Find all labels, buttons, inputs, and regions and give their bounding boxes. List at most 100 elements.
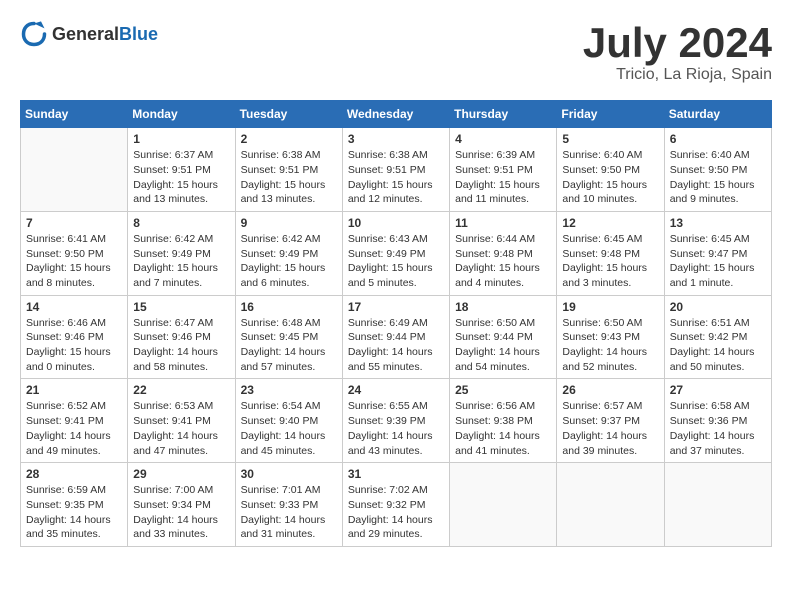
- logo-icon: [20, 20, 48, 48]
- logo-blue: Blue: [119, 24, 158, 44]
- day-cell: 7 Sunrise: 6:41 AMSunset: 9:50 PMDaylight…: [21, 211, 128, 295]
- day-number: 16: [241, 300, 337, 314]
- day-cell: 19 Sunrise: 6:50 AMSunset: 9:43 PMDayligh…: [557, 295, 664, 379]
- day-cell: 26 Sunrise: 6:57 AMSunset: 9:37 PMDayligh…: [557, 379, 664, 463]
- day-info: Sunrise: 6:55 AMSunset: 9:39 PMDaylight:…: [348, 399, 444, 458]
- day-cell: 27Sunrise: 6:58 AMSunset: 9:36 PMDayligh…: [664, 379, 771, 463]
- day-number: 20: [670, 300, 766, 314]
- day-cell: [21, 128, 128, 212]
- day-number: 31: [348, 467, 444, 481]
- day-info: Sunrise: 6:43 AMSunset: 9:49 PMDaylight:…: [348, 232, 444, 291]
- day-cell: 25Sunrise: 6:56 AMSunset: 9:38 PMDayligh…: [450, 379, 557, 463]
- week-row-5: 28Sunrise: 6:59 AMSunset: 9:35 PMDayligh…: [21, 463, 772, 547]
- day-info: Sunrise: 6:37 AMSunset: 9:51 PMDaylight:…: [133, 148, 229, 207]
- day-info: Sunrise: 6:47 AMSunset: 9:46 PMDaylight:…: [133, 316, 229, 375]
- day-info: Sunrise: 6:51 AMSunset: 9:42 PMDaylight:…: [670, 316, 766, 375]
- weekday-header-wednesday: Wednesday: [342, 101, 449, 128]
- day-info: Sunrise: 6:54 AMSunset: 9:40 PMDaylight:…: [241, 399, 337, 458]
- day-number: 24: [348, 383, 444, 397]
- day-number: 12: [562, 216, 658, 230]
- day-info: Sunrise: 6:39 AMSunset: 9:51 PMDaylight:…: [455, 148, 551, 207]
- day-info: Sunrise: 6:50 AMSunset: 9:44 PMDaylight:…: [455, 316, 551, 375]
- day-info: Sunrise: 7:00 AMSunset: 9:34 PMDaylight:…: [133, 483, 229, 542]
- month-title: July 2024: [583, 20, 772, 66]
- day-cell: 15 Sunrise: 6:47 AMSunset: 9:46 PMDayligh…: [128, 295, 235, 379]
- day-number: 11: [455, 216, 551, 230]
- week-row-2: 7 Sunrise: 6:41 AMSunset: 9:50 PMDaylight…: [21, 211, 772, 295]
- logo: GeneralBlue: [20, 20, 158, 48]
- day-number: 8: [133, 216, 229, 230]
- day-cell: 17 Sunrise: 6:49 AMSunset: 9:44 PMDayligh…: [342, 295, 449, 379]
- day-cell: 24 Sunrise: 6:55 AMSunset: 9:39 PMDayligh…: [342, 379, 449, 463]
- day-cell: 9 Sunrise: 6:42 AMSunset: 9:49 PMDaylight…: [235, 211, 342, 295]
- day-number: 19: [562, 300, 658, 314]
- day-number: 21: [26, 383, 122, 397]
- day-info: Sunrise: 6:48 AMSunset: 9:45 PMDaylight:…: [241, 316, 337, 375]
- day-cell: 14Sunrise: 6:46 AMSunset: 9:46 PMDayligh…: [21, 295, 128, 379]
- day-cell: 20 Sunrise: 6:51 AMSunset: 9:42 PMDayligh…: [664, 295, 771, 379]
- day-number: 9: [241, 216, 337, 230]
- day-info: Sunrise: 6:42 AMSunset: 9:49 PMDaylight:…: [241, 232, 337, 291]
- day-number: 28: [26, 467, 122, 481]
- location-title: Tricio, La Rioja, Spain: [583, 66, 772, 84]
- day-info: Sunrise: 6:50 AMSunset: 9:43 PMDaylight:…: [562, 316, 658, 375]
- day-number: 27: [670, 383, 766, 397]
- day-number: 26: [562, 383, 658, 397]
- day-number: 17: [348, 300, 444, 314]
- day-info: Sunrise: 6:40 AMSunset: 9:50 PMDaylight:…: [670, 148, 766, 207]
- day-cell: 12Sunrise: 6:45 AMSunset: 9:48 PMDayligh…: [557, 211, 664, 295]
- day-cell: [450, 463, 557, 547]
- day-cell: [664, 463, 771, 547]
- day-info: Sunrise: 6:44 AMSunset: 9:48 PMDaylight:…: [455, 232, 551, 291]
- day-info: Sunrise: 6:42 AMSunset: 9:49 PMDaylight:…: [133, 232, 229, 291]
- day-cell: 4 Sunrise: 6:39 AMSunset: 9:51 PMDaylight…: [450, 128, 557, 212]
- week-row-1: 1 Sunrise: 6:37 AMSunset: 9:51 PMDaylight…: [21, 128, 772, 212]
- weekday-header-monday: Monday: [128, 101, 235, 128]
- day-cell: 31 Sunrise: 7:02 AMSunset: 9:32 PMDayligh…: [342, 463, 449, 547]
- day-cell: 5Sunrise: 6:40 AMSunset: 9:50 PMDaylight…: [557, 128, 664, 212]
- weekday-header-tuesday: Tuesday: [235, 101, 342, 128]
- day-cell: 16 Sunrise: 6:48 AMSunset: 9:45 PMDayligh…: [235, 295, 342, 379]
- day-info: Sunrise: 6:49 AMSunset: 9:44 PMDaylight:…: [348, 316, 444, 375]
- day-number: 18: [455, 300, 551, 314]
- day-number: 3: [348, 132, 444, 146]
- day-number: 15: [133, 300, 229, 314]
- weekday-header-saturday: Saturday: [664, 101, 771, 128]
- day-cell: 29 Sunrise: 7:00 AMSunset: 9:34 PMDayligh…: [128, 463, 235, 547]
- day-info: Sunrise: 6:57 AMSunset: 9:37 PMDaylight:…: [562, 399, 658, 458]
- weekday-header-thursday: Thursday: [450, 101, 557, 128]
- day-cell: 30Sunrise: 7:01 AMSunset: 9:33 PMDayligh…: [235, 463, 342, 547]
- day-cell: 11 Sunrise: 6:44 AMSunset: 9:48 PMDayligh…: [450, 211, 557, 295]
- day-number: 10: [348, 216, 444, 230]
- day-cell: 6Sunrise: 6:40 AMSunset: 9:50 PMDaylight…: [664, 128, 771, 212]
- day-number: 25: [455, 383, 551, 397]
- day-info: Sunrise: 6:53 AMSunset: 9:41 PMDaylight:…: [133, 399, 229, 458]
- day-cell: 8 Sunrise: 6:42 AMSunset: 9:49 PMDaylight…: [128, 211, 235, 295]
- day-number: 1: [133, 132, 229, 146]
- page-header: GeneralBlue July 2024 Tricio, La Rioja, …: [20, 20, 772, 84]
- weekday-header-row: SundayMondayTuesdayWednesdayThursdayFrid…: [21, 101, 772, 128]
- calendar-table: SundayMondayTuesdayWednesdayThursdayFrid…: [20, 100, 772, 547]
- day-cell: 18 Sunrise: 6:50 AMSunset: 9:44 PMDayligh…: [450, 295, 557, 379]
- day-number: 7: [26, 216, 122, 230]
- weekday-header-friday: Friday: [557, 101, 664, 128]
- day-number: 29: [133, 467, 229, 481]
- day-info: Sunrise: 6:45 AMSunset: 9:47 PMDaylight:…: [670, 232, 766, 291]
- day-cell: 2 Sunrise: 6:38 AMSunset: 9:51 PMDaylight…: [235, 128, 342, 212]
- day-number: 22: [133, 383, 229, 397]
- day-info: Sunrise: 6:46 AMSunset: 9:46 PMDaylight:…: [26, 316, 122, 375]
- day-number: 23: [241, 383, 337, 397]
- day-cell: 13 Sunrise: 6:45 AMSunset: 9:47 PMDayligh…: [664, 211, 771, 295]
- day-number: 13: [670, 216, 766, 230]
- title-block: July 2024 Tricio, La Rioja, Spain: [583, 20, 772, 84]
- day-number: 4: [455, 132, 551, 146]
- day-info: Sunrise: 6:52 AMSunset: 9:41 PMDaylight:…: [26, 399, 122, 458]
- day-info: Sunrise: 6:38 AMSunset: 9:51 PMDaylight:…: [241, 148, 337, 207]
- day-info: Sunrise: 6:38 AMSunset: 9:51 PMDaylight:…: [348, 148, 444, 207]
- day-info: Sunrise: 6:40 AMSunset: 9:50 PMDaylight:…: [562, 148, 658, 207]
- day-cell: 10 Sunrise: 6:43 AMSunset: 9:49 PMDayligh…: [342, 211, 449, 295]
- day-cell: 22 Sunrise: 6:53 AMSunset: 9:41 PMDayligh…: [128, 379, 235, 463]
- day-number: 2: [241, 132, 337, 146]
- day-info: Sunrise: 7:02 AMSunset: 9:32 PMDaylight:…: [348, 483, 444, 542]
- day-info: Sunrise: 6:41 AMSunset: 9:50 PMDaylight:…: [26, 232, 122, 291]
